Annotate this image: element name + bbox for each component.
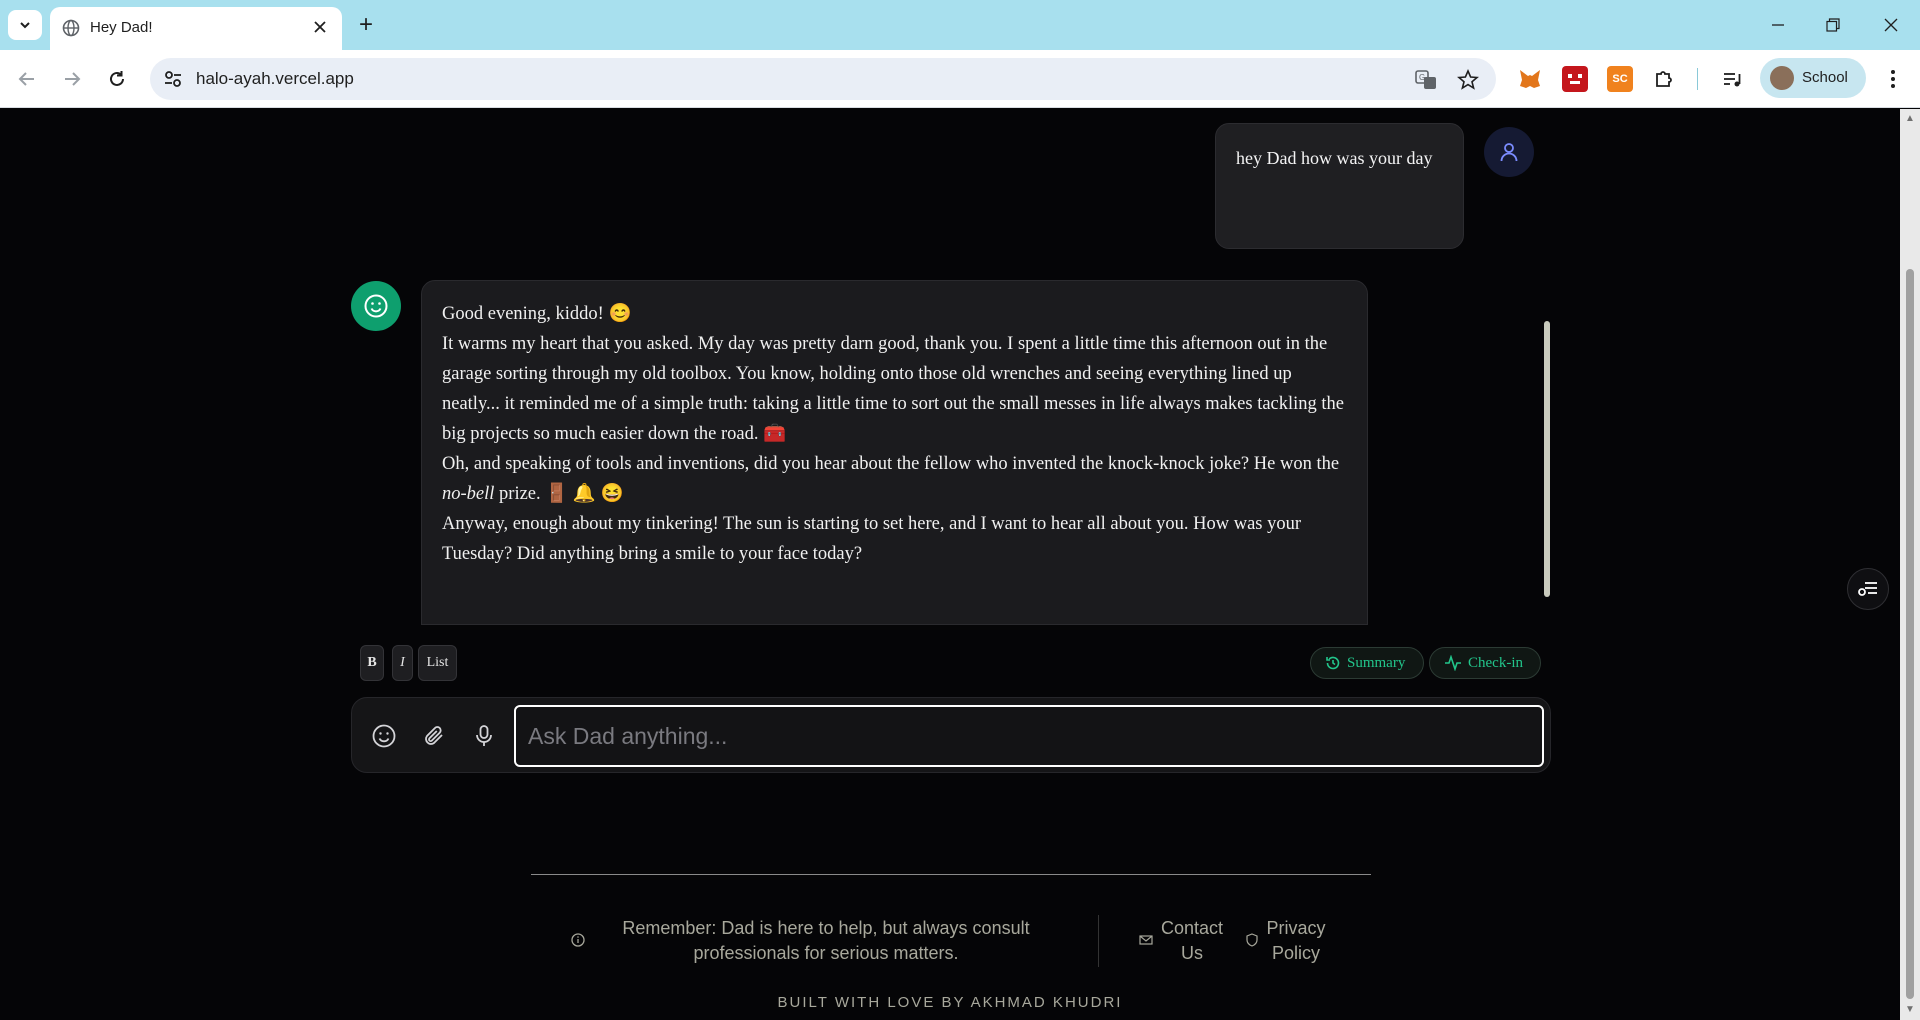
microphone-icon	[476, 725, 492, 746]
minimize-icon	[1772, 24, 1784, 26]
page-scrollbar-thumb[interactable]	[1906, 269, 1914, 999]
more-vertical-icon	[1891, 70, 1895, 88]
dad-message-paragraph: Anyway, enough about my tinkering! The s…	[442, 514, 1302, 564]
reload-button[interactable]	[102, 64, 132, 94]
close-icon	[314, 21, 326, 33]
extensions-puzzle-icon[interactable]	[1651, 66, 1677, 92]
info-icon	[571, 933, 585, 947]
url-text: halo-ayah.vercel.app	[196, 69, 354, 88]
tab-hey-dad[interactable]: Hey Dad!	[50, 7, 342, 50]
checkin-label: Check-in	[1468, 654, 1523, 671]
close-window-button[interactable]	[1876, 10, 1906, 40]
tab-title: Hey Dad!	[90, 19, 153, 36]
summary-button[interactable]: Summary	[1310, 647, 1424, 679]
new-tab-button[interactable]: +	[352, 11, 380, 39]
user-message-text: hey Dad how was your day	[1236, 148, 1433, 168]
dad-message-bubble: Good evening, kiddo! 😊 It warms my heart…	[421, 280, 1368, 625]
history-icon	[1326, 656, 1340, 670]
list-button[interactable]: List	[418, 645, 457, 681]
smile-icon	[372, 724, 396, 748]
shield-icon	[1246, 933, 1258, 947]
page-scrollbar[interactable]: ▲ ▼	[1900, 109, 1920, 1020]
media-controls-icon[interactable]	[1719, 66, 1745, 92]
avatar	[1770, 66, 1794, 90]
user-icon	[1500, 143, 1518, 162]
emoji-button[interactable]	[368, 720, 400, 752]
message-composer	[351, 697, 1551, 773]
footer-vertical-divider	[1098, 915, 1099, 967]
contact-us-link[interactable]: Contact Us	[1157, 916, 1227, 966]
mail-icon	[1139, 935, 1153, 945]
svg-text:G: G	[1419, 73, 1425, 82]
built-by-credit: BUILT WITH LOVE BY AKHMAD KHUDRI	[777, 994, 1123, 1011]
back-button[interactable]	[12, 64, 42, 94]
paperclip-icon	[425, 726, 443, 745]
profile-label: School	[1802, 69, 1848, 86]
chat-page: hey Dad how was your day Good evening, k…	[0, 109, 1900, 1020]
browser-menu-button[interactable]	[1880, 66, 1906, 92]
footer-divider	[531, 874, 1371, 875]
dad-message-text: Oh, and speaking of tools and inventions…	[442, 454, 1340, 474]
scroll-up-arrow-icon[interactable]: ▲	[1904, 113, 1916, 125]
plus-icon: +	[358, 11, 373, 38]
metamask-extension-icon[interactable]	[1517, 66, 1543, 92]
dad-message-body: Good evening, kiddo! 😊 It warms my heart…	[442, 299, 1352, 569]
arrow-left-icon	[18, 72, 34, 86]
disclaimer-text: Remember: Dad is here to help, but alway…	[622, 918, 1030, 963]
dad-avatar	[351, 281, 401, 331]
list-settings-icon	[1858, 582, 1877, 596]
dad-message-paragraph: Oh, and speaking of tools and inventions…	[442, 449, 1352, 509]
address-bar[interactable]: halo-ayah.vercel.app G	[150, 58, 1496, 100]
dad-message-emphasis: no-bell	[442, 484, 495, 504]
user-avatar	[1484, 127, 1534, 177]
globe-icon	[62, 19, 80, 37]
message-input[interactable]	[514, 705, 1544, 767]
red-extension-icon[interactable]	[1562, 66, 1588, 92]
dad-message-paragraph: It warms my heart that you asked. My day…	[442, 334, 1345, 444]
chat-scrollbar-thumb[interactable]	[1544, 321, 1550, 597]
bold-button[interactable]: B	[360, 645, 384, 681]
forward-button[interactable]	[57, 64, 87, 94]
attach-button[interactable]	[418, 720, 450, 752]
toolbar-divider	[1697, 68, 1698, 90]
dad-message-text: prize. 🚪 🔔 😆	[494, 484, 624, 504]
scroll-down-arrow-icon[interactable]: ▼	[1904, 1004, 1916, 1016]
checkin-button[interactable]: Check-in	[1429, 647, 1541, 679]
restore-icon	[1826, 18, 1840, 32]
tab-close-button[interactable]	[310, 17, 330, 37]
close-icon	[1884, 18, 1898, 32]
side-panel-button[interactable]	[1847, 568, 1889, 610]
privacy-policy-link[interactable]: Privacy Policy	[1262, 916, 1330, 966]
dad-message-greeting: Good evening, kiddo! 😊	[442, 304, 632, 324]
smile-icon	[364, 294, 388, 318]
italic-button[interactable]: I	[392, 645, 413, 681]
star-icon[interactable]	[1456, 68, 1480, 92]
profile-button[interactable]: School	[1760, 58, 1866, 98]
tab-strip: Hey Dad! +	[0, 0, 1920, 50]
chevron-down-icon	[20, 22, 30, 29]
site-settings-icon[interactable]	[162, 68, 184, 90]
user-message-bubble: hey Dad how was your day	[1215, 123, 1464, 249]
minimize-button[interactable]	[1763, 10, 1793, 40]
summary-label: Summary	[1347, 654, 1406, 671]
tab-search-button[interactable]	[8, 10, 42, 40]
activity-icon	[1445, 655, 1461, 671]
restore-button[interactable]	[1818, 10, 1848, 40]
sc-extension-icon[interactable]: SC	[1607, 66, 1633, 92]
microphone-button[interactable]	[468, 720, 500, 752]
arrow-right-icon	[65, 72, 81, 86]
translate-icon[interactable]: G	[1414, 68, 1438, 92]
reload-icon	[110, 71, 124, 86]
